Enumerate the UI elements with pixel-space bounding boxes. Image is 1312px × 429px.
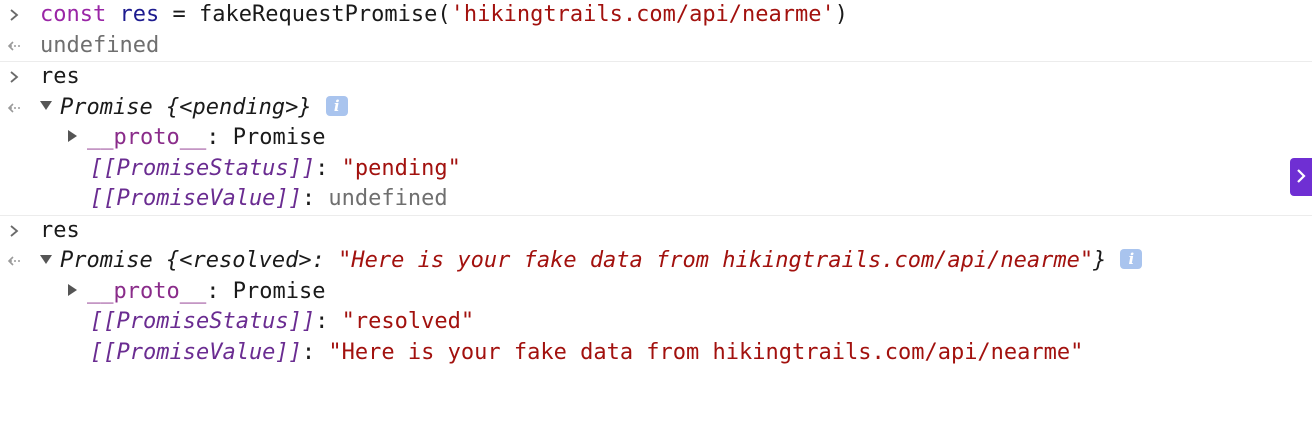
object-property-row[interactable]: __proto__: Promise [0,123,1312,154]
object-state: {<resolved>: [165,248,339,273]
info-icon[interactable]: i [1120,249,1143,269]
property-status: [[PromiseStatus]]: "resolved" [40,307,474,338]
info-icon[interactable]: i [325,95,348,116]
property-key: [[PromiseValue]] [90,339,302,365]
property-colon: : [206,278,233,304]
console-input-code: const res = fakeRequestPromise('hikingtr… [40,0,848,31]
object-type: Promise [60,94,153,120]
object-preview[interactable]: Promise {<pending>} i [0,93,1312,124]
code-close-paren: ) [834,2,849,27]
code-string-argument: 'hikingtrails.com/api/nearme' [450,2,835,27]
return-arrow-icon [6,93,22,124]
console-input-line[interactable]: res [0,216,1312,247]
object-state: {<pending>} [165,94,312,120]
console-input-line[interactable]: const res = fakeRequestPromise('hikingtr… [0,0,1312,31]
chevron-right-icon [6,216,22,247]
property-key: [[PromiseValue]] [90,186,302,211]
code-keyword: const [40,2,107,27]
chevron-right-icon [1296,165,1306,190]
object-property-row: [[PromiseValue]]: "Here is your fake dat… [0,338,1312,369]
property-key: [[PromiseStatus]] [90,155,316,181]
code-operator: = [172,2,186,27]
return-arrow-icon [6,246,22,277]
property-value: "Here is your fake data from hikingtrail… [328,339,1084,365]
property-value: undefined [328,186,448,211]
triangle-down-icon[interactable] [40,101,52,110]
property-value-row: [[PromiseValue]]: "Here is your fake dat… [40,338,1083,369]
console-output-line: undefined [0,31,1312,62]
object-property-row: [[PromiseValue]]: undefined [0,184,1312,215]
object-summary: Promise {<resolved>: "Here is your fake … [40,246,1143,277]
triangle-right-icon[interactable] [68,283,77,296]
return-arrow-icon [6,31,22,62]
property-colon: : [206,125,233,150]
property-colon: : [301,186,329,211]
object-property-row: [[PromiseStatus]]: "resolved" [0,307,1312,338]
property-value: Promise [232,278,326,304]
property-key: __proto__ [87,278,207,304]
object-preview[interactable]: Promise {<resolved>: "Here is your fake … [0,246,1312,277]
property-value: Promise [232,125,326,150]
property-value: "resolved" [341,309,475,334]
property-colon: : [301,339,329,365]
console-input-code: res [40,217,80,243]
property-status: [[PromiseStatus]]: "pending" [40,154,461,185]
object-property-row: [[PromiseStatus]]: "pending" [0,154,1312,185]
console-input-line[interactable]: res [0,62,1312,93]
output-value: undefined [40,32,160,58]
property-key: [[PromiseStatus]] [90,309,316,334]
code-call: fakeRequestPromise( [198,2,451,27]
code-variable: res [119,2,160,27]
property-colon: : [315,155,342,181]
console-log: const res = fakeRequestPromise('hikingtr… [0,0,1312,368]
property-colon: : [315,309,342,334]
chevron-right-icon [6,62,22,93]
triangle-right-icon[interactable] [68,130,77,142]
object-summary: Promise {<pending>} i [40,93,348,124]
property-proto: __proto__: Promise [40,123,325,154]
triangle-down-icon[interactable] [40,254,52,264]
property-key: __proto__ [87,125,207,150]
side-panel-toggle-button[interactable] [1290,158,1312,196]
console-entry: const res = fakeRequestPromise('hikingtr… [0,0,1312,62]
object-type: Promise [60,248,153,273]
object-resolved-value: "Here is your fake data from hikingtrail… [338,248,1094,273]
chevron-right-icon [6,0,22,31]
console-entry: res Promise {<resolved>: "Here is your f… [0,216,1312,369]
object-close-brace: } [1093,248,1107,273]
console-input-code: res [40,64,80,89]
property-value-row: [[PromiseValue]]: undefined [40,184,448,215]
console-entry: res Promise {<pending>} i __proto__: Prom… [0,62,1312,216]
property-value: "pending" [341,155,461,181]
object-property-row[interactable]: __proto__: Promise [0,277,1312,308]
property-proto: __proto__: Promise [40,277,325,308]
